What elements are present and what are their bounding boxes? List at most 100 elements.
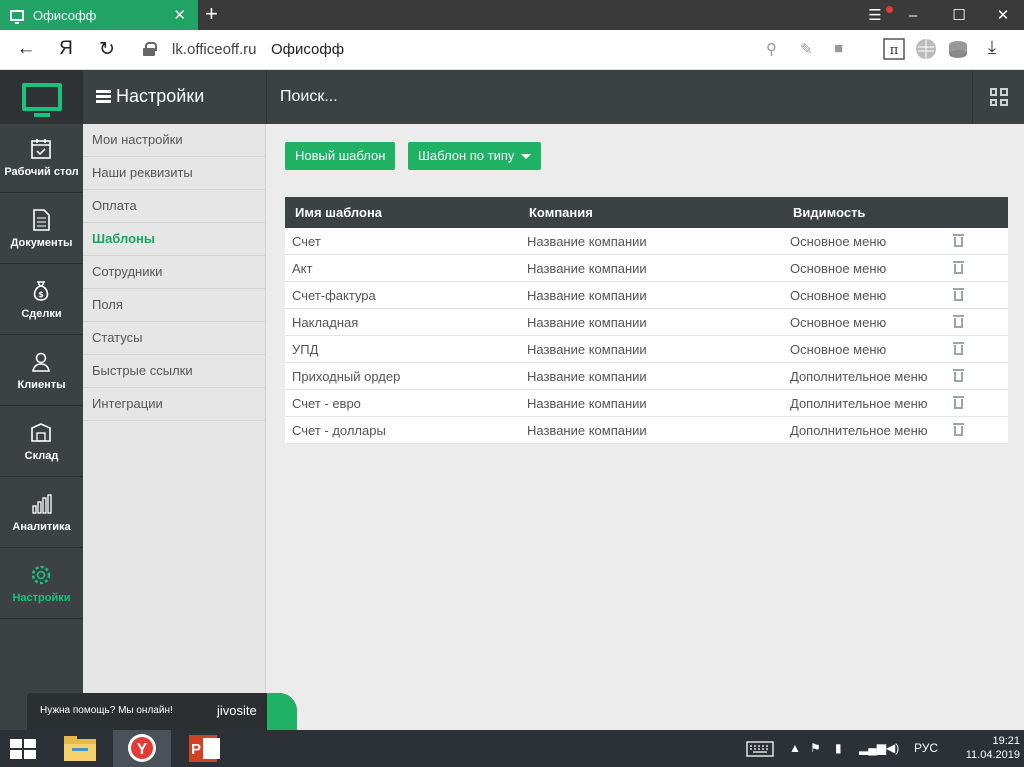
file-explorer-button[interactable] (52, 730, 110, 767)
bookmark-icon[interactable]: ■ (834, 40, 843, 57)
maximize-button[interactable]: ☐ (936, 0, 982, 30)
powerpoint-icon: P (189, 735, 220, 762)
language-indicator[interactable]: РУС (914, 741, 938, 755)
hamburger-icon[interactable] (96, 90, 111, 103)
section-title[interactable]: Настройки (96, 86, 204, 107)
flag-icon[interactable]: ⚑ (810, 741, 821, 755)
trash-icon[interactable] (953, 396, 964, 409)
cell-visibility: Основное меню (790, 234, 887, 249)
settings-item-quick-links[interactable]: Быстрые ссылки (83, 355, 265, 388)
lock-icon[interactable] (143, 42, 157, 56)
nav-item-clients[interactable]: Клиенты (0, 337, 83, 406)
search-icon[interactable]: ⚲ (766, 40, 777, 58)
nav-item-analytics[interactable]: Аналитика (0, 479, 83, 548)
clip-icon[interactable]: ✎ (800, 40, 813, 58)
cell-name[interactable]: Приходный ордер (292, 369, 400, 384)
browser-tab[interactable]: Офисофф ✕ (0, 0, 198, 30)
apps-grid-button[interactable] (972, 70, 1024, 124)
nav-item-settings[interactable]: Настройки (0, 550, 83, 619)
nav-item-deals[interactable]: $ Сделки (0, 266, 83, 335)
settings-item-payment[interactable]: Оплата (83, 190, 265, 223)
url-field[interactable]: lk.officeoff.ru (172, 41, 257, 58)
table-row[interactable]: Приходный ордер Название компании Дополн… (285, 363, 1008, 390)
yandex-button[interactable]: Я (54, 38, 78, 60)
close-window-button[interactable]: ✕ (980, 0, 1024, 30)
trash-icon[interactable] (953, 234, 964, 247)
back-button[interactable]: ← (14, 38, 38, 60)
battery-icon[interactable]: ▮ (835, 741, 842, 755)
nav-item-warehouse[interactable]: Склад (0, 408, 83, 477)
cell-visibility: Основное меню (790, 315, 887, 330)
nav-label-analytics: Аналитика (12, 521, 71, 533)
chat-widget[interactable]: Нужна помощь? Мы онлайн! jivosite (27, 693, 297, 730)
main-content: Новый шаблон Шаблон по типу Имя шаблона … (266, 124, 1024, 730)
reload-button[interactable]: ↻ (95, 38, 119, 61)
column-header-visibility[interactable]: Видимость (793, 205, 865, 220)
settings-item-integrations[interactable]: Интеграции (83, 388, 265, 421)
chevron-up-icon[interactable]: ▲ (789, 741, 801, 755)
chat-widget-text: Нужна помощь? Мы онлайн! (40, 705, 173, 716)
nav-item-desktop[interactable]: Рабочий стол (0, 124, 83, 193)
cell-company: Название компании (527, 261, 647, 276)
storage-icon[interactable] (947, 38, 969, 60)
cell-company: Название компании (527, 288, 647, 303)
table-row[interactable]: Счет - доллары Название компании Дополни… (285, 417, 1008, 444)
close-tab-icon[interactable]: ✕ (173, 6, 186, 24)
network-icon[interactable]: ▂▄▆ (859, 741, 886, 755)
trash-icon[interactable] (953, 423, 964, 436)
table-row[interactable]: Счет-фактура Название компании Основное … (285, 282, 1008, 309)
cell-name[interactable]: Акт (292, 261, 312, 276)
minimize-button[interactable]: – (890, 0, 936, 30)
cell-visibility: Дополнительное меню (790, 369, 928, 384)
trash-icon[interactable] (953, 261, 964, 274)
volume-icon[interactable]: ◀) (886, 741, 899, 755)
extension-pi-icon[interactable]: π (883, 38, 905, 60)
settings-item-statuses[interactable]: Статусы (83, 322, 265, 355)
app-logo[interactable] (0, 70, 83, 124)
search-input[interactable]: Поиск... (266, 70, 972, 124)
cell-visibility: Дополнительное меню (790, 396, 928, 411)
cell-company: Название компании (527, 396, 647, 411)
section-title-text: Настройки (116, 86, 205, 106)
cell-name[interactable]: УПД (292, 342, 318, 357)
monitor-icon (10, 9, 24, 24)
document-icon (33, 209, 50, 231)
monitor-logo-icon (21, 83, 62, 117)
trash-icon[interactable] (953, 288, 964, 301)
yandex-browser-taskbar-button[interactable]: Y (113, 730, 171, 767)
table-row[interactable]: Счет Название компании Основное меню (285, 228, 1008, 255)
gear-icon (31, 565, 51, 585)
new-tab-button[interactable]: + (205, 2, 218, 26)
table-row[interactable]: Накладная Название компании Основное мен… (285, 309, 1008, 336)
grid-icon (989, 88, 1008, 106)
trash-icon[interactable] (953, 315, 964, 328)
windows-start-icon[interactable] (10, 739, 36, 759)
download-icon[interactable]: ⤓ (988, 37, 996, 58)
table-row[interactable]: УПД Название компании Основное меню (285, 336, 1008, 363)
settings-item-my-settings[interactable]: Мои настройки (83, 124, 265, 157)
nav-item-documents[interactable]: Документы (0, 195, 83, 264)
cell-name[interactable]: Счет-фактура (292, 288, 376, 303)
cell-name[interactable]: Счет - евро (292, 396, 361, 411)
column-header-name[interactable]: Имя шаблона (295, 205, 382, 220)
address-page-title: Офисофф (271, 41, 345, 58)
keyboard-icon[interactable] (746, 741, 774, 757)
clock[interactable]: 19:21 11.04.2019 (966, 734, 1020, 762)
cell-name[interactable]: Счет (292, 234, 321, 249)
template-by-type-dropdown[interactable]: Шаблон по типу (408, 142, 542, 170)
column-header-company[interactable]: Компания (529, 205, 593, 220)
new-template-button[interactable]: Новый шаблон (285, 142, 396, 170)
settings-item-fields[interactable]: Поля (83, 289, 265, 322)
settings-item-employees[interactable]: Сотрудники (83, 256, 265, 289)
settings-item-requisites[interactable]: Наши реквизиты (83, 157, 265, 190)
main-nav: Рабочий стол Документы $ Сделки Клиенты … (0, 124, 83, 730)
trash-icon[interactable] (953, 369, 964, 382)
table-row[interactable]: Акт Название компании Основное меню (285, 255, 1008, 282)
cell-name[interactable]: Счет - доллары (292, 423, 386, 438)
globe-icon[interactable] (915, 38, 937, 60)
table-row[interactable]: Счет - евро Название компании Дополнител… (285, 390, 1008, 417)
trash-icon[interactable] (953, 342, 964, 355)
powerpoint-taskbar-button[interactable]: P (175, 730, 233, 767)
settings-item-templates[interactable]: Шаблоны (83, 223, 265, 256)
cell-name[interactable]: Накладная (292, 315, 358, 330)
